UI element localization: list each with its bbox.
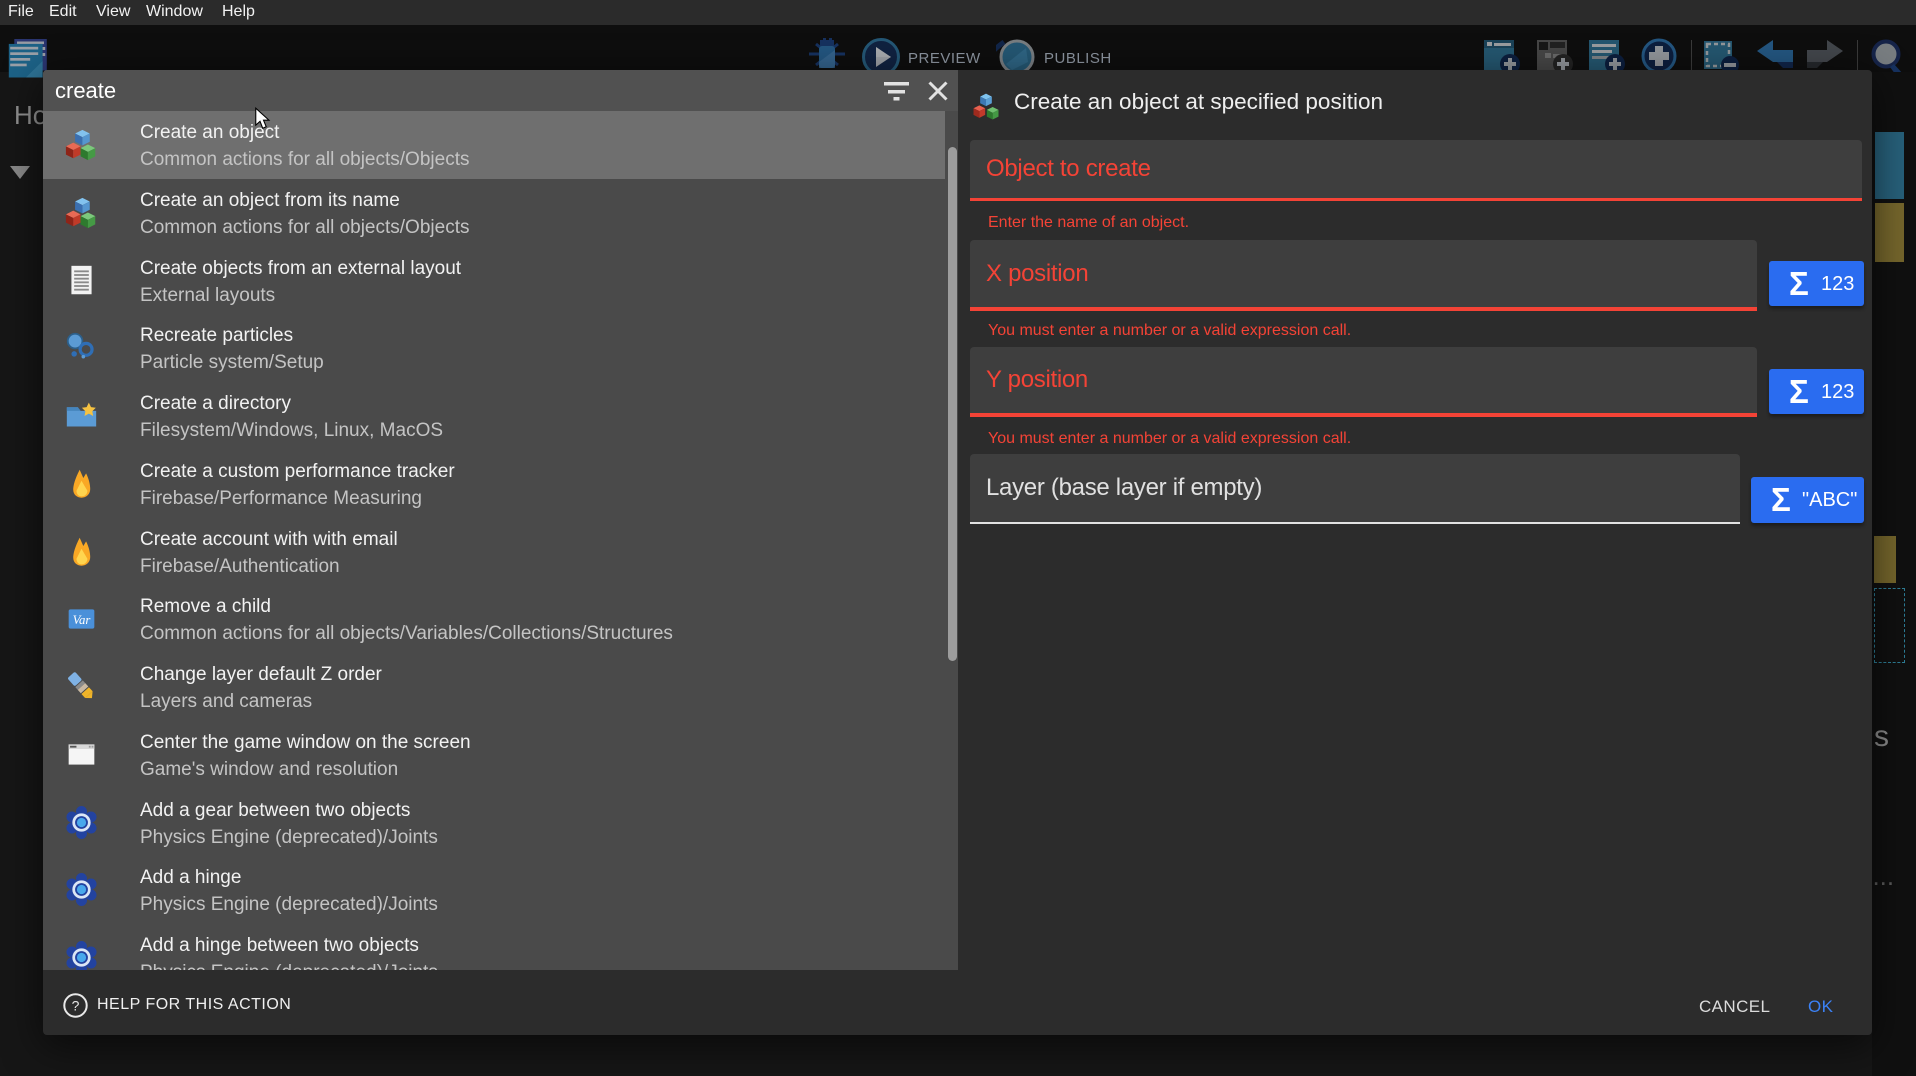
svg-text:Var: Var bbox=[73, 613, 92, 627]
svg-text:?: ? bbox=[72, 998, 80, 1014]
